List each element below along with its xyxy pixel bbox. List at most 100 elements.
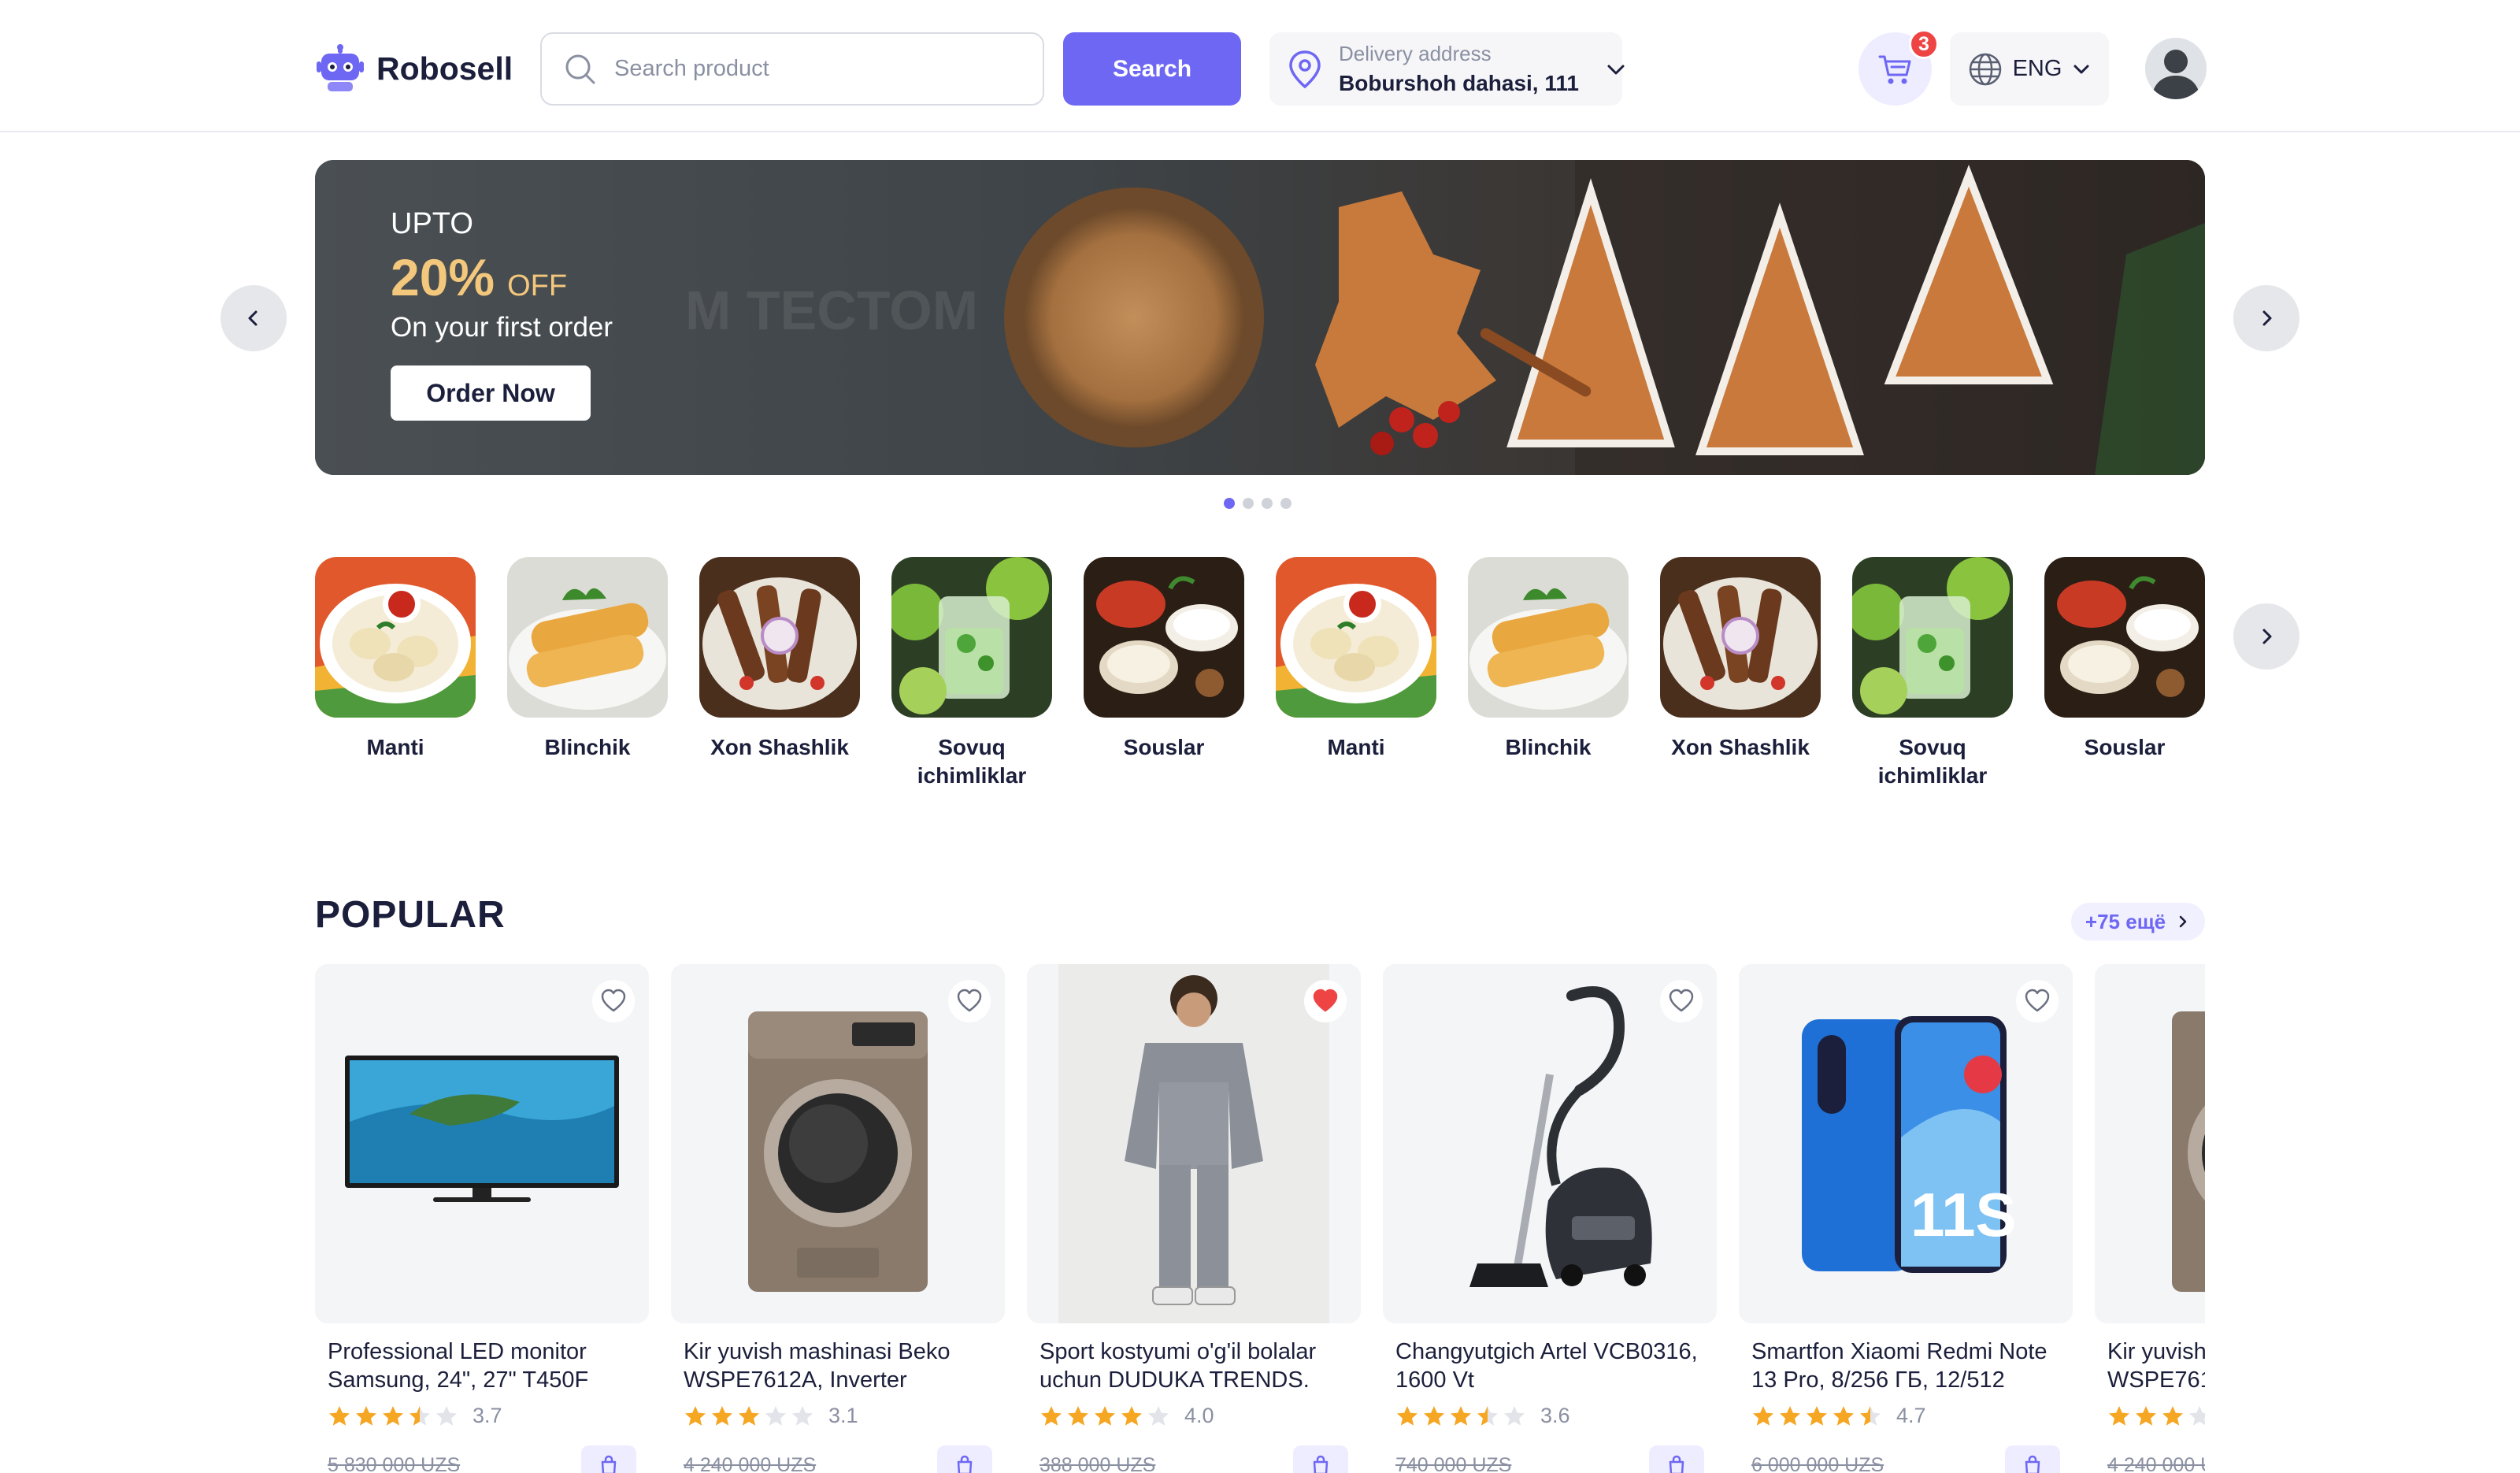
category-item[interactable]: Blinchik [1468, 557, 1629, 762]
product-name[interactable]: Kir yuvish mashinasi Beko WSPE7612A, Inv… [671, 1338, 1005, 1394]
banner-pagination [1224, 498, 1292, 509]
banner-upto: UPTO [391, 207, 473, 240]
category-item[interactable]: Xon Shashlik [699, 557, 860, 762]
rating-value: 3.6 [1540, 1404, 1570, 1427]
favorite-button[interactable] [2016, 980, 2059, 1022]
star-icon [410, 1405, 430, 1426]
pagination-dot[interactable] [1243, 498, 1254, 509]
price-row: 6 000 000 UZS [1739, 1445, 2073, 1473]
show-more-link[interactable]: +75 ещё [2071, 903, 2205, 941]
product-rating: 4.7 [1739, 1404, 2073, 1428]
promo-banner[interactable]: M TECTOM UPTO 20% OFF On your first orde… [315, 160, 2205, 475]
product-image[interactable] [1383, 964, 1717, 1323]
heart-icon [601, 989, 626, 1012]
shopping-bag-icon [1669, 1455, 1684, 1473]
page-gutter [2205, 953, 2520, 1473]
order-now-button[interactable]: Order Now [391, 365, 591, 421]
star-icon [1148, 1405, 1169, 1426]
blinchik-image [1468, 557, 1629, 718]
user-avatar[interactable] [2145, 38, 2207, 99]
sauces-image [1084, 557, 1244, 718]
add-to-cart-button[interactable] [937, 1445, 992, 1473]
sauces-image [2044, 557, 2205, 718]
product-card[interactable]: Sport kostyumi o'g'il bolalar uchun DUDU… [1027, 964, 1361, 1473]
star-icon [1397, 1405, 1418, 1426]
pagination-dot[interactable] [1280, 498, 1292, 509]
categories-next-button[interactable] [2233, 603, 2300, 670]
shashlik-image [699, 557, 860, 718]
rating-value: 4.7 [1896, 1404, 1926, 1427]
globe-icon [1969, 53, 2001, 85]
banner-percent: 20% [391, 248, 495, 306]
category-label: Souslar [1123, 735, 1205, 759]
add-to-cart-button[interactable] [1293, 1445, 1348, 1473]
favorite-button[interactable] [1304, 980, 1347, 1022]
category-item[interactable]: Manti [1276, 557, 1436, 762]
brand-logo[interactable]: Robosell [315, 44, 513, 93]
search-input[interactable] [614, 56, 1040, 82]
heart-icon [2025, 989, 2050, 1012]
product-image[interactable] [671, 964, 1005, 1323]
product-name[interactable]: Changyutgich Artel VCB0316, 1600 Vt [1383, 1338, 1717, 1394]
drinks-image [891, 557, 1052, 718]
category-item[interactable]: Souslar [1084, 557, 1244, 762]
favorite-button[interactable] [948, 980, 991, 1022]
product-image[interactable] [1027, 964, 1361, 1323]
favorite-button[interactable] [1660, 980, 1703, 1022]
banner-off: OFF [507, 269, 568, 302]
product-image[interactable]: 11S [1739, 964, 2073, 1323]
star-icon [383, 1405, 403, 1426]
price-row: 388 000 UZS [1027, 1445, 1361, 1473]
star-icon [329, 1405, 350, 1426]
svg-text:11S: 11S [1910, 1180, 2016, 1249]
language-selector[interactable]: ENG [1950, 32, 2109, 106]
search-field[interactable] [540, 32, 1044, 106]
product-rating: 4.0 [1027, 1404, 1361, 1428]
product-card[interactable]: 11S Smartfon Xiaomi Redmi Note 13 Pro, 8… [1739, 964, 2073, 1473]
star-icon [1477, 1405, 1498, 1426]
search-icon [565, 54, 595, 83]
category-item[interactable]: Blinchik [507, 557, 668, 762]
add-to-cart-button[interactable] [2005, 1445, 2060, 1473]
category-item[interactable]: Sovuq ichimliklar [1852, 557, 2013, 790]
category-item[interactable]: Souslar [2044, 557, 2205, 762]
banner-text: UPTO 20% OFF On your first order Order N… [391, 207, 613, 421]
star-icon [2109, 1405, 2129, 1426]
add-to-cart-button[interactable] [581, 1445, 636, 1473]
product-rating: 3.1 [671, 1404, 1005, 1428]
star-icon [1451, 1405, 1471, 1426]
pagination-dot[interactable] [1262, 498, 1273, 509]
product-card[interactable]: Changyutgich Artel VCB0316, 1600 Vt 3.6 … [1383, 964, 1717, 1473]
delivery-address-selector[interactable]: Delivery address Boburshoh dahasi, 111 [1269, 32, 1625, 106]
banner-prev-button[interactable] [220, 285, 287, 351]
product-rating: 3.7 [315, 1404, 649, 1428]
product-name[interactable]: Sport kostyumi o'g'il bolalar uchun DUDU… [1027, 1338, 1361, 1394]
chevron-right-icon [2262, 629, 2272, 644]
category-item[interactable]: Manti [315, 557, 476, 762]
product-image[interactable] [315, 964, 649, 1323]
old-price: 6 000 000 UZS [1751, 1453, 1884, 1473]
manti-image [315, 557, 476, 718]
rating-value: 3.1 [828, 1404, 858, 1427]
cart-icon [1878, 55, 1910, 83]
category-item[interactable]: Xon Shashlik [1660, 557, 1821, 762]
robot-logo-icon [317, 44, 364, 91]
cart-count-badge: 3 [1909, 29, 1939, 59]
search-button[interactable]: Search [1063, 32, 1241, 106]
category-label: Xon Shashlik [1671, 735, 1810, 759]
category-item[interactable]: Sovuq ichimliklar [891, 557, 1052, 790]
section-title-popular: POPULAR [315, 894, 506, 936]
chevron-right-icon [2179, 915, 2187, 928]
pagination-dot[interactable] [1224, 498, 1235, 509]
product-card[interactable]: Professional LED monitor Samsung, 24", 2… [315, 964, 649, 1473]
star-icon [685, 1405, 706, 1426]
product-card[interactable]: Kir yuvish mashinasi Beko WSPE7612A, Inv… [671, 964, 1005, 1473]
star-icon [739, 1405, 759, 1426]
banner-next-button[interactable] [2233, 285, 2300, 351]
category-label: Souslar [2084, 735, 2166, 759]
product-name[interactable]: Professional LED monitor Samsung, 24", 2… [315, 1338, 649, 1394]
favorite-button[interactable] [592, 980, 635, 1022]
category-label: Manti [366, 735, 424, 759]
add-to-cart-button[interactable] [1649, 1445, 1704, 1473]
product-name[interactable]: Smartfon Xiaomi Redmi Note 13 Pro, 8/256… [1739, 1338, 2073, 1394]
